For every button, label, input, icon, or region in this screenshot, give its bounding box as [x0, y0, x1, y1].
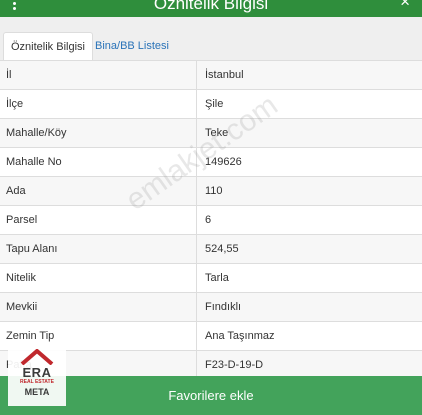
row-value: 149626 — [205, 156, 242, 168]
row-value: Tarla — [205, 272, 229, 284]
row-value: Teke — [205, 127, 229, 139]
row-value: Fındıklı — [205, 301, 242, 313]
logo-line-1: ERA — [22, 365, 52, 380]
row-value: 6 — [205, 214, 212, 226]
dialog-header: Öznitelik Bilgisi × — [0, 0, 422, 17]
row-value: F23-D-19-D — [205, 359, 264, 371]
row-key: Ada — [0, 177, 197, 205]
row-value: Şile — [205, 98, 224, 110]
row-key: Mevkii — [0, 293, 197, 321]
row-value: İstanbul — [205, 69, 244, 81]
row-value: Ana Taşınmaz — [205, 330, 275, 342]
dialog-title: Öznitelik Bilgisi — [153, 0, 269, 13]
table-row: İlçe Şile — [0, 89, 422, 118]
tab-bina-bb-listesi[interactable]: Bina/BB Listesi — [88, 32, 176, 61]
row-value: 110 — [205, 185, 223, 197]
table-row: Tapu Alanı 524,55 — [0, 234, 422, 263]
era-logo: ERA REAL ESTATE META — [8, 346, 66, 406]
row-key: İlçe — [0, 90, 197, 118]
table-row: Ada 110 — [0, 176, 422, 205]
row-key: Mahalle No — [0, 148, 197, 176]
row-key: İl — [0, 61, 197, 89]
table-row: Parsel 6 — [0, 205, 422, 234]
row-value: 524,55 — [205, 243, 239, 255]
house-roof-icon — [20, 349, 54, 365]
logo-line-2: REAL ESTATE — [20, 379, 54, 385]
row-key: Mahalle/Köy — [0, 119, 197, 147]
logo-line-3: META — [24, 387, 50, 397]
tab-bar: Öznitelik Bilgisi Bina/BB Listesi — [0, 17, 422, 61]
close-icon[interactable]: × — [400, 0, 410, 12]
table-row: Nitelik Tarla — [0, 263, 422, 292]
attribute-table: İl İstanbul İlçe Şile Mahalle/Köy Teke M… — [0, 60, 422, 379]
tab-oznitelik-bilgisi[interactable]: Öznitelik Bilgisi — [3, 32, 93, 61]
table-row: Mevkii Fındıklı — [0, 292, 422, 321]
row-key: Parsel — [0, 206, 197, 234]
row-key: Nitelik — [0, 264, 197, 292]
row-key: Tapu Alanı — [0, 235, 197, 263]
table-row: Mahalle No 149626 — [0, 147, 422, 176]
table-row: Mahalle/Köy Teke — [0, 118, 422, 147]
table-row: İl İstanbul — [0, 60, 422, 89]
